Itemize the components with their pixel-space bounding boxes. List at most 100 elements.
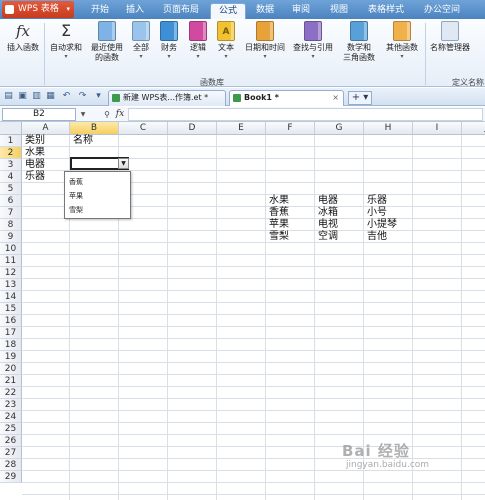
row-header-24[interactable]: 24 [0,411,22,423]
column-header-g[interactable]: G [315,122,364,135]
row-header-22[interactable]: 22 [0,387,22,399]
cell-h6[interactable]: 乐器 [365,195,387,207]
column-header-e[interactable]: E [217,122,266,135]
column-header-a[interactable]: A [22,122,70,135]
cell-f9[interactable]: 雪梨 [267,231,289,243]
row-header-16[interactable]: 16 [0,315,22,327]
row-header-15[interactable]: 15 [0,303,22,315]
row-header-5[interactable]: 5 [0,183,22,195]
row-header-12[interactable]: 12 [0,267,22,279]
row-header-14[interactable]: 14 [0,291,22,303]
row-header-1[interactable]: 1 [0,135,22,147]
row-header-17[interactable]: 17 [0,327,22,339]
other-functions-button[interactable]: 其他函数 ▾ [382,21,422,77]
row-header-29[interactable]: 29 [0,471,22,483]
tab-table-styles[interactable]: 表格样式 [361,3,411,19]
close-icon[interactable]: × [332,91,339,105]
lookup-reference-button[interactable]: 查找与引用 ▾ [290,21,336,77]
column-header-f[interactable]: F [266,122,315,135]
logic-button[interactable]: 逻辑 ▾ [186,21,210,77]
open-folder-icon[interactable]: ▤ [3,91,14,102]
save-icon[interactable]: ▣ [17,91,28,102]
dropdown-option[interactable]: 香蕉 [69,177,83,187]
tab-formulas[interactable]: 公式 [210,3,246,19]
row-header-7[interactable]: 7 [0,207,22,219]
tab-home[interactable]: 开始 [84,3,116,19]
cell-dropdown-button[interactable]: ▼ [118,158,129,169]
doc-tab-new-workbook[interactable]: 新建 WPS表...作簿.et * [108,90,226,106]
cell-b1[interactable]: 名称 [71,135,93,147]
tab-insert[interactable]: 插入 [119,3,151,19]
name-box[interactable]: B2 [2,108,76,121]
row-header-4[interactable]: 4 [0,171,22,183]
cell-a4[interactable]: 乐器 [23,171,45,183]
chevron-down-icon: ▾ [224,53,228,60]
row-header-26[interactable]: 26 [0,435,22,447]
customize-toolbar-icon[interactable]: ▾ [93,91,104,102]
cell-h8[interactable]: 小提琴 [365,219,397,231]
select-all-corner[interactable] [0,122,22,135]
new-tab-button[interactable]: + ▾ [348,91,372,105]
row-header-19[interactable]: 19 [0,351,22,363]
row-header-6[interactable]: 6 [0,195,22,207]
row-header-21[interactable]: 21 [0,375,22,387]
row-header-8[interactable]: 8 [0,219,22,231]
row-header-10[interactable]: 10 [0,243,22,255]
tab-data[interactable]: 数据 [249,3,281,19]
date-time-button[interactable]: 日期和时间 ▾ [243,21,287,77]
dropdown-option[interactable]: 苹果 [69,191,83,201]
row-header-18[interactable]: 18 [0,339,22,351]
print-preview-icon[interactable]: ▦ [45,91,56,102]
print-icon[interactable]: ▥ [31,91,42,102]
column-header-d[interactable]: D [168,122,217,135]
cell-f8[interactable]: 苹果 [267,219,289,231]
redo-icon[interactable]: ↷ [77,91,88,102]
zoom-search-icon[interactable]: ⚲ [101,108,113,121]
column-header-i[interactable]: I [413,122,462,135]
cell-g8[interactable]: 电视 [316,219,338,231]
doc-tab-book1[interactable]: Book1 * × [229,90,344,106]
formula-input[interactable] [128,108,483,121]
column-header-j[interactable]: J [462,122,485,135]
fx-icon[interactable]: fx [114,108,126,121]
column-header-c[interactable]: C [119,122,168,135]
undo-icon[interactable]: ↶ [61,91,72,102]
tab-review[interactable]: 审阅 [285,3,317,19]
row-header-9[interactable]: 9 [0,231,22,243]
math-trig-button[interactable]: 数学和 三角函数 [339,21,379,77]
chevron-down-icon[interactable]: ▼ [78,108,88,121]
cell-a1[interactable]: 类别 [23,135,45,147]
row-header-27[interactable]: 27 [0,447,22,459]
app-menu-button[interactable]: WPS 表格 ▾ [2,1,74,18]
column-header-b[interactable]: B [70,122,119,135]
name-manager-button[interactable]: 名称管理器 [427,21,473,77]
finance-button[interactable]: 财务 ▾ [157,21,181,77]
tab-page-layout[interactable]: 页面布局 [157,3,205,19]
cell-h7[interactable]: 小号 [365,207,387,219]
cell-a2[interactable]: 水果 [23,147,45,159]
cell-g9[interactable]: 空调 [316,231,338,243]
cell-g6[interactable]: 电器 [316,195,338,207]
tab-view[interactable]: 视图 [323,3,355,19]
text-button[interactable]: A 文本 ▾ [214,21,238,77]
cell-f7[interactable]: 香蕉 [267,207,289,219]
cell-h9[interactable]: 吉他 [365,231,387,243]
column-header-h[interactable]: H [364,122,413,135]
row-header-2[interactable]: 2 [0,147,22,159]
row-header-13[interactable]: 13 [0,279,22,291]
row-header-23[interactable]: 23 [0,399,22,411]
cell-f6[interactable]: 水果 [267,195,289,207]
tab-office-space[interactable]: 办公空间 [417,3,467,19]
row-header-25[interactable]: 25 [0,423,22,435]
recent-functions-button[interactable]: 最近使用 的函数 [87,21,127,77]
row-header-3[interactable]: 3 [0,159,22,171]
insert-function-button[interactable]: fx 插入函数 [4,21,42,77]
cell-a3[interactable]: 电器 [23,159,45,171]
autosum-button[interactable]: Σ 自动求和 ▾ [47,21,85,77]
cell-g7[interactable]: 冰箱 [316,207,338,219]
dropdown-option[interactable]: 雪梨 [69,205,83,215]
row-header-11[interactable]: 11 [0,255,22,267]
row-header-28[interactable]: 28 [0,459,22,471]
all-functions-button[interactable]: 全部 ▾ [129,21,153,77]
row-header-20[interactable]: 20 [0,363,22,375]
